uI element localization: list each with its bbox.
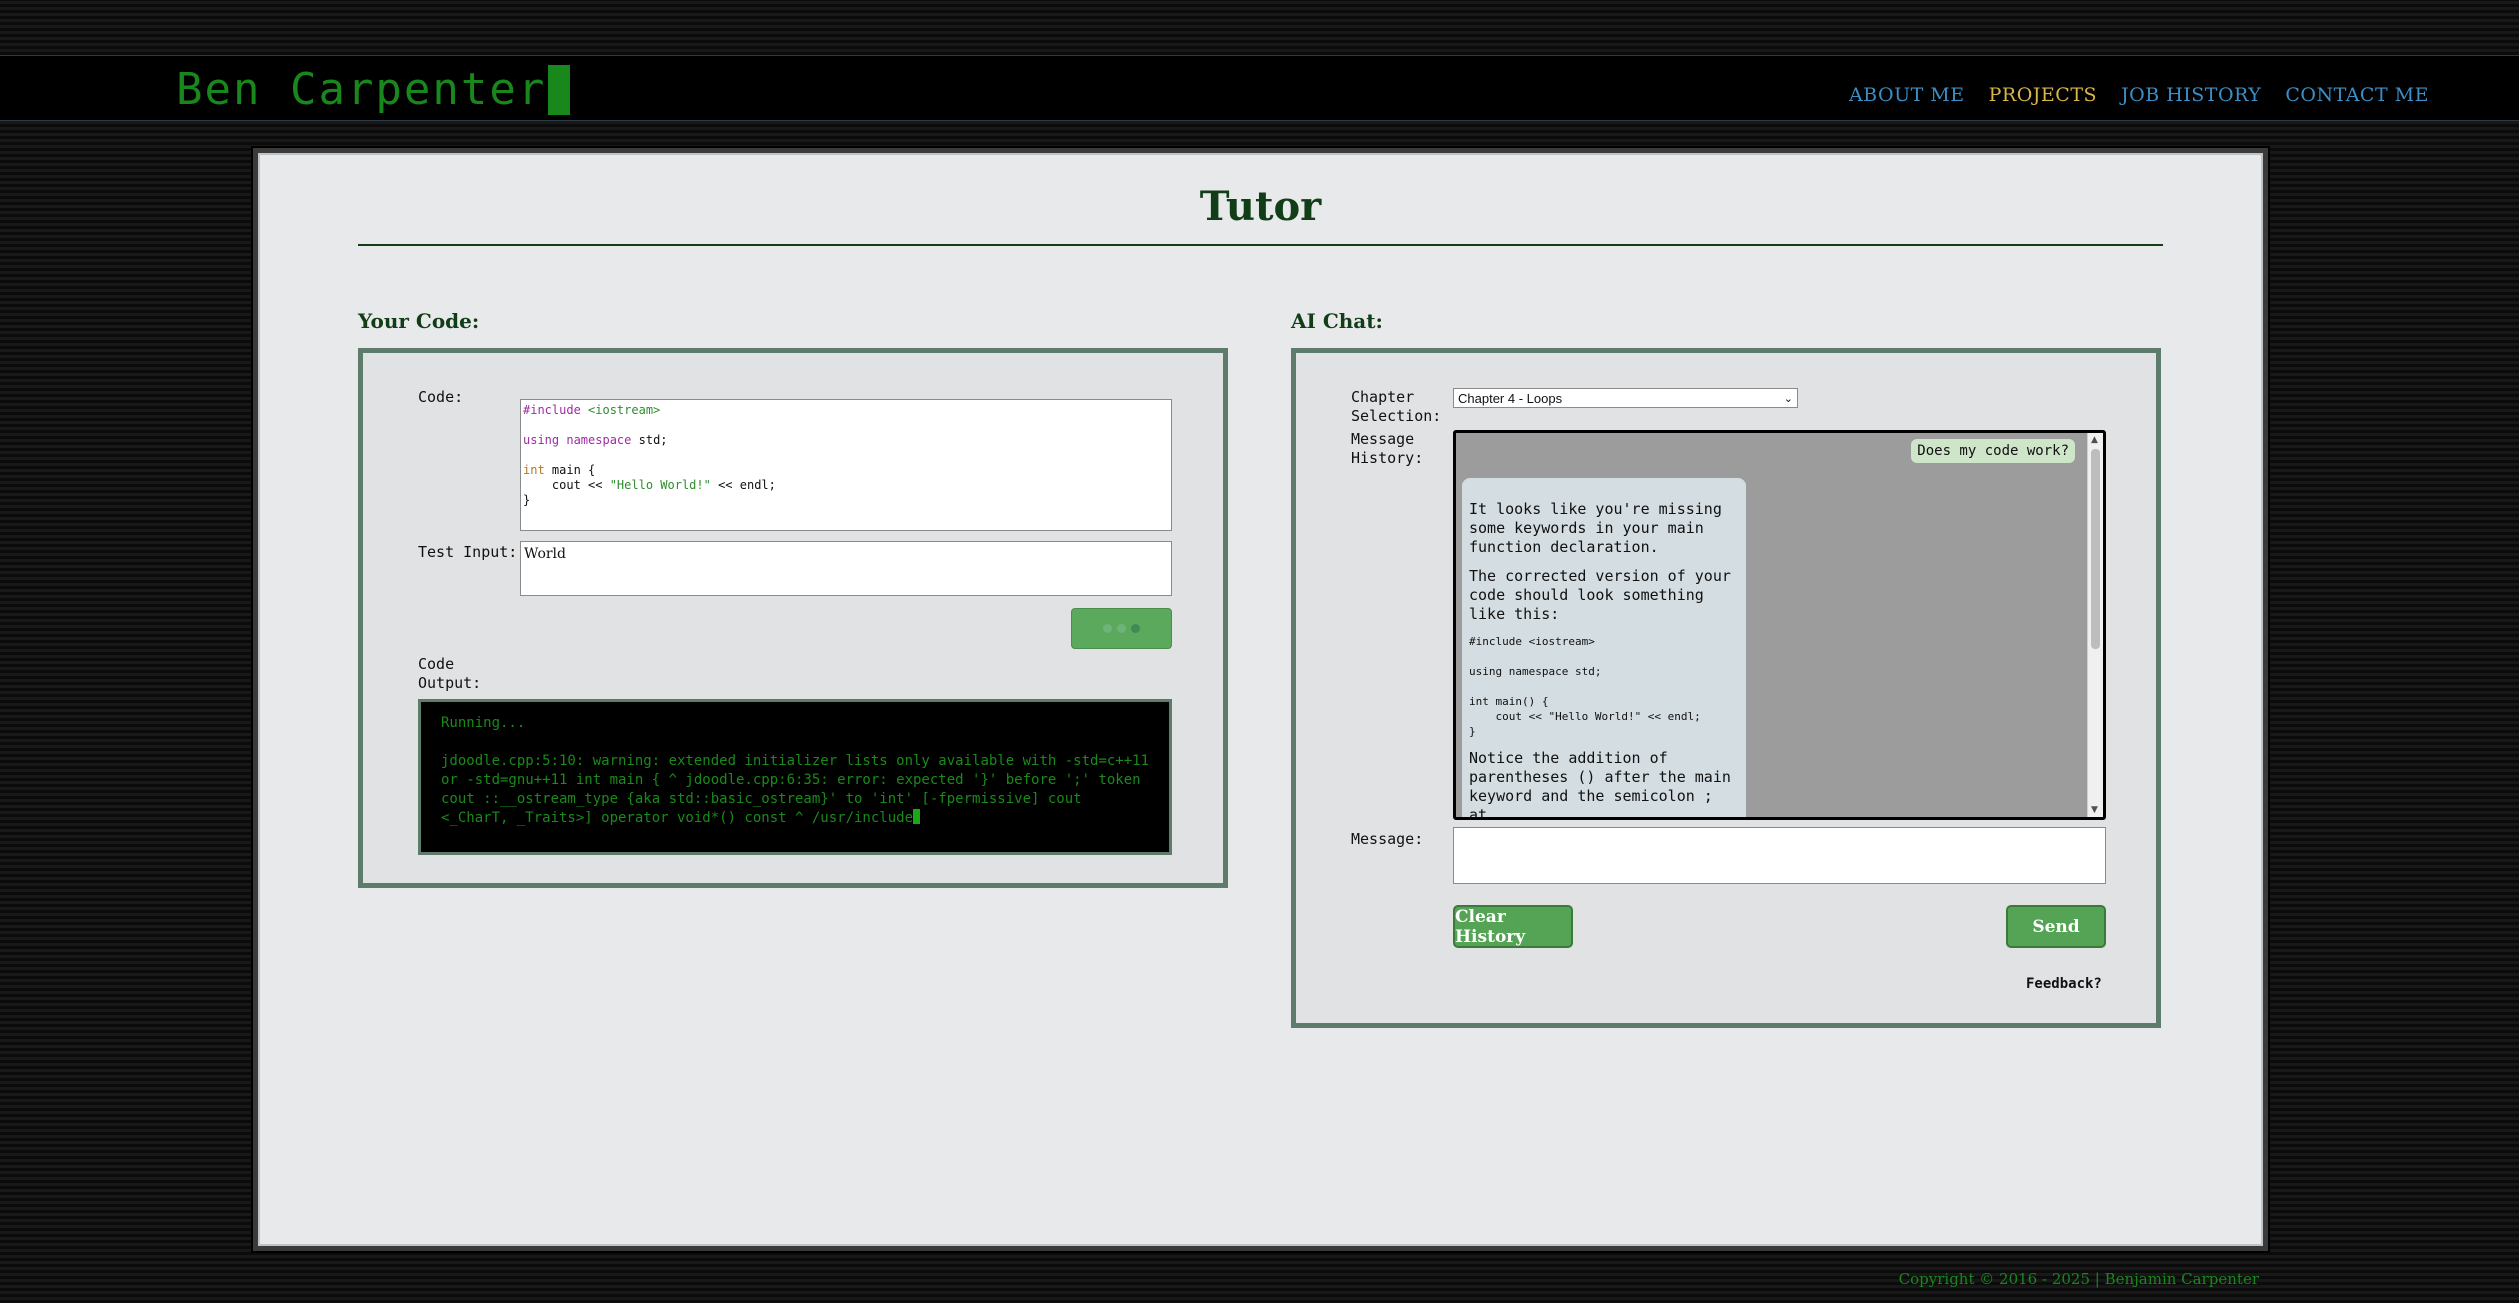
message-history-label: Message History: <box>1351 430 1424 467</box>
brand-name: Ben Carpenter <box>176 64 547 115</box>
feedback-link[interactable]: Feedback? <box>2026 976 2102 992</box>
brand-logo[interactable]: Ben Carpenter <box>176 64 571 115</box>
chapter-select[interactable]: Chapter 4 - Loops ⌄ <box>1453 388 1798 408</box>
scroll-up-icon[interactable]: ▲ <box>2091 435 2098 445</box>
code-line-7: } <box>523 493 531 507</box>
nav-job-history[interactable]: JOB HISTORY <box>2121 84 2261 106</box>
code-output-label: Code Output: <box>418 655 482 692</box>
site-header: Ben Carpenter ABOUT ME PROJECTS JOB HIST… <box>0 55 2519 121</box>
loading-dot-icon <box>1103 624 1112 633</box>
your-code-heading: Your Code: <box>358 309 480 333</box>
scroll-down-icon[interactable]: ▼ <box>2091 805 2098 815</box>
ai-message-code: #include <iostream> using namespace std;… <box>1469 635 1701 738</box>
terminal-cursor-icon <box>913 809 921 824</box>
code-box: Code: #include <iostream> using namespac… <box>358 348 1228 888</box>
chat-box: Chapter Selection: Chapter 4 - Loops ⌄ M… <box>1291 348 2161 1028</box>
code-line-6: cout << "Hello World!" << endl; <box>523 478 776 492</box>
nav-contact-me[interactable]: CONTACT ME <box>2285 84 2429 106</box>
ai-message-paragraph: Notice the addition of parentheses () af… <box>1469 749 1731 820</box>
footer-copyright: Copyright © 2016 - 2025 | Benjamin Carpe… <box>1898 1270 2259 1288</box>
page-title: Tutor <box>1199 183 1322 230</box>
loading-dot-icon <box>1117 624 1126 633</box>
test-input-label: Test Input: <box>418 543 518 561</box>
nav-about-me[interactable]: ABOUT ME <box>1849 84 1965 106</box>
ai-message-bubble: It looks like you're missing some keywor… <box>1462 478 1746 820</box>
code-line-5: int main { <box>523 463 596 477</box>
title-divider <box>358 244 2163 246</box>
main-nav: ABOUT ME PROJECTS JOB HISTORY CONTACT ME <box>1849 84 2429 106</box>
test-input-field[interactable]: World <box>520 541 1172 596</box>
main-panel: Tutor Your Code: Code: #include <iostrea… <box>253 148 2268 1251</box>
code-editor[interactable]: #include <iostream> using namespace std;… <box>520 399 1172 531</box>
output-text: jdoodle.cpp:5:10: warning: extended init… <box>441 753 1150 826</box>
history-scrollbar[interactable]: ▲ ▼ <box>2087 433 2103 817</box>
code-output-terminal: Running... jdoodle.cpp:5:10: warning: ex… <box>418 699 1172 855</box>
chapter-select-value: Chapter 4 - Loops <box>1458 390 1563 406</box>
send-button[interactable]: Send <box>2006 905 2106 948</box>
ai-chat-heading: AI Chat: <box>1291 309 1383 333</box>
scrollbar-thumb[interactable] <box>2091 449 2100 649</box>
message-input[interactable] <box>1453 827 2106 884</box>
chevron-down-icon: ⌄ <box>1783 392 1793 405</box>
message-label: Message: <box>1351 830 1424 848</box>
code-line-3: using namespace std; <box>523 433 668 447</box>
output-status: Running... <box>441 715 526 731</box>
ai-message-paragraph: The corrected version of your code shoul… <box>1469 567 1731 623</box>
code-label: Code: <box>418 388 464 406</box>
message-history[interactable]: Does my code work? It looks like you're … <box>1453 430 2106 820</box>
clear-history-button[interactable]: Clear History <box>1453 905 1573 948</box>
code-line-1: #include <iostream> <box>523 403 661 417</box>
nav-projects[interactable]: PROJECTS <box>1989 84 2097 106</box>
run-button[interactable] <box>1071 608 1172 649</box>
user-message-bubble: Does my code work? <box>1911 439 2075 463</box>
terminal-cursor-icon <box>548 64 571 115</box>
loading-dot-icon <box>1131 624 1140 633</box>
ai-message-paragraph: It looks like you're missing some keywor… <box>1469 500 1722 556</box>
chapter-selection-label: Chapter Selection: <box>1351 388 1442 425</box>
